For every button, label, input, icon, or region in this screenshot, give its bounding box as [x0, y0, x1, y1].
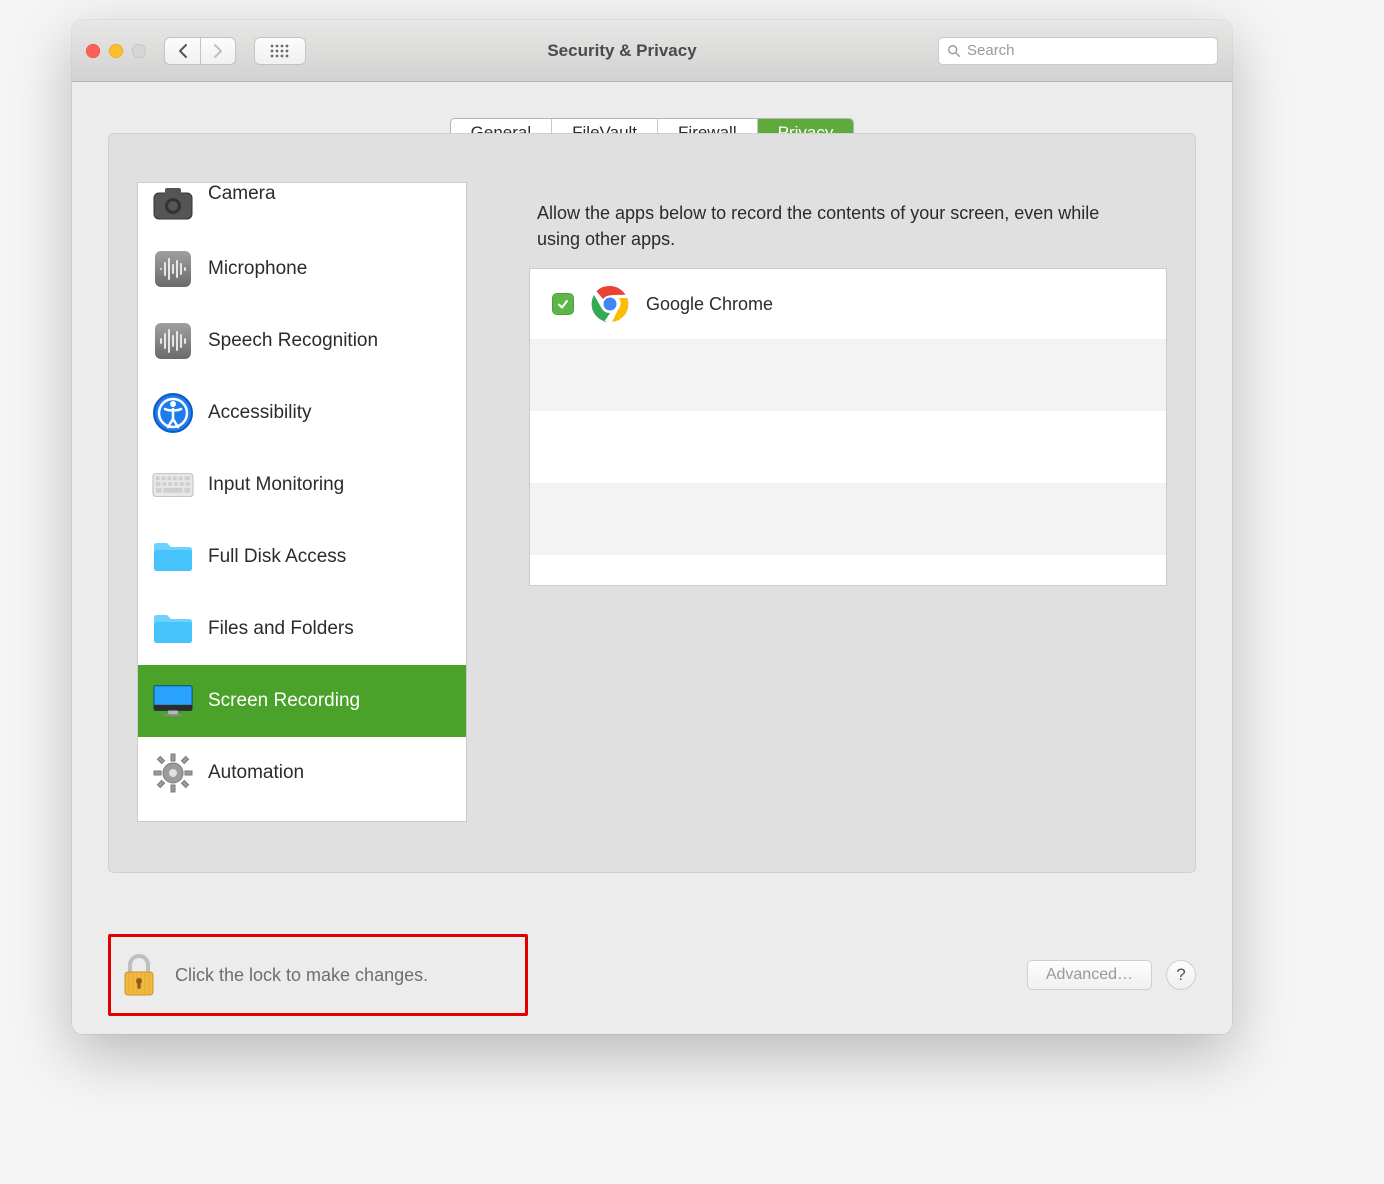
category-label: Camera [208, 183, 276, 205]
app-row-empty [530, 411, 1166, 483]
category-label: Screen Recording [208, 690, 360, 712]
waveform-icon [152, 320, 194, 362]
gear-icon [152, 752, 194, 794]
privacy-panel: Camera Microphone Speech R [108, 133, 1196, 873]
help-button[interactable]: ? [1166, 960, 1196, 990]
category-automation[interactable]: Automation [138, 737, 466, 809]
window-title: Security & Privacy [324, 41, 920, 61]
app-row-empty [530, 339, 1166, 411]
category-label: Microphone [208, 258, 307, 280]
toolbar: Security & Privacy [72, 20, 1232, 82]
search-input[interactable] [967, 42, 1209, 59]
question-icon: ? [1176, 965, 1185, 985]
app-permission-list[interactable]: Google Chrome [529, 268, 1167, 586]
category-screen-recording[interactable]: Screen Recording [138, 665, 466, 737]
nav-buttons [164, 37, 236, 65]
chrome-icon [590, 284, 630, 324]
minimize-window-button[interactable] [109, 44, 123, 58]
folder-icon [152, 536, 194, 578]
detail-description: Allow the apps below to record the conte… [507, 182, 1167, 268]
chevron-left-icon [178, 44, 188, 58]
lock-hint-text: Click the lock to make changes. [175, 965, 428, 986]
back-button[interactable] [164, 37, 200, 65]
privacy-category-list[interactable]: Camera Microphone Speech R [137, 182, 467, 822]
chevron-right-icon [213, 44, 223, 58]
app-name: Google Chrome [646, 294, 773, 315]
app-row-empty [530, 555, 1166, 585]
close-window-button[interactable] [86, 44, 100, 58]
category-full-disk-access[interactable]: Full Disk Access [138, 521, 466, 593]
category-microphone[interactable]: Microphone [138, 233, 466, 305]
footer: Click the lock to make changes. Advanced… [72, 916, 1232, 1034]
category-label: Automation [208, 762, 304, 784]
keyboard-icon [152, 464, 194, 506]
accessibility-icon [152, 392, 194, 434]
search-field[interactable] [938, 37, 1218, 65]
zoom-window-button [132, 44, 146, 58]
category-label: Files and Folders [208, 618, 354, 640]
search-icon [947, 44, 961, 58]
category-input-monitoring[interactable]: Input Monitoring [138, 449, 466, 521]
category-files-and-folders[interactable]: Files and Folders [138, 593, 466, 665]
category-label: Input Monitoring [208, 474, 344, 496]
check-icon [557, 298, 569, 310]
show-all-button[interactable] [254, 37, 306, 65]
category-camera[interactable]: Camera [138, 183, 466, 233]
window-controls [86, 44, 146, 58]
forward-button [200, 37, 236, 65]
microphone-icon [152, 248, 194, 290]
camera-icon [152, 183, 194, 225]
grid-icon [270, 44, 290, 58]
advanced-button[interactable]: Advanced… [1027, 960, 1152, 990]
lock-region[interactable]: Click the lock to make changes. [108, 934, 528, 1016]
app-row-google-chrome[interactable]: Google Chrome [530, 269, 1166, 339]
category-label: Speech Recognition [208, 330, 378, 352]
category-detail: Allow the apps below to record the conte… [507, 182, 1167, 844]
display-icon [152, 680, 194, 722]
app-checkbox[interactable] [552, 293, 574, 315]
preferences-window: Security & Privacy General FileVault Fir… [72, 20, 1232, 1034]
category-speech-recognition[interactable]: Speech Recognition [138, 305, 466, 377]
folder-icon [152, 608, 194, 650]
lock-icon[interactable] [121, 952, 157, 998]
category-label: Full Disk Access [208, 546, 346, 568]
app-row-empty [530, 483, 1166, 555]
category-label: Accessibility [208, 402, 311, 424]
category-accessibility[interactable]: Accessibility [138, 377, 466, 449]
